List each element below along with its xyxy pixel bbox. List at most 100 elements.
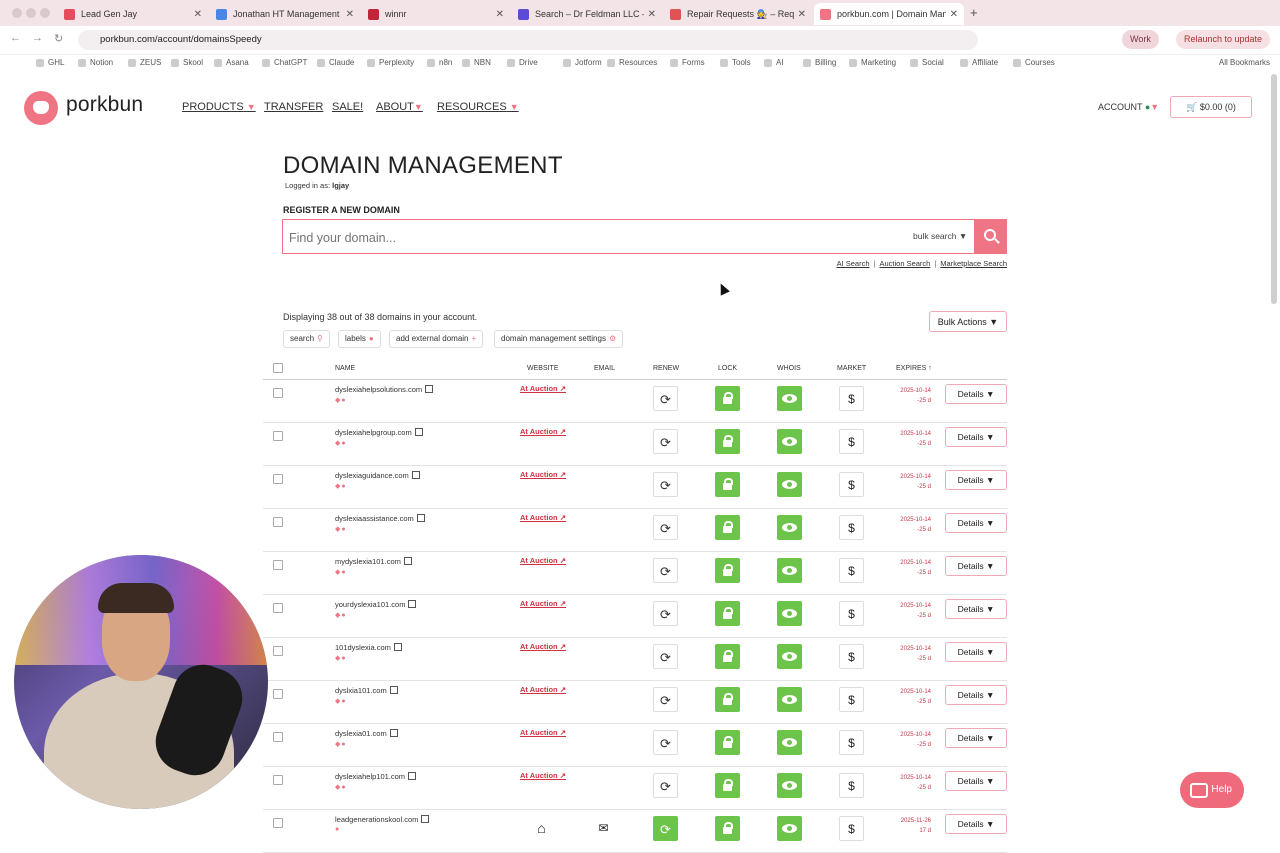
row-checkbox[interactable] [273, 603, 283, 613]
external-link-icon[interactable] [393, 643, 402, 651]
market-dollar-icon[interactable]: $ [839, 558, 864, 583]
lock-icon[interactable] [715, 558, 740, 583]
row-checkbox[interactable] [273, 732, 283, 742]
whois-privacy-icon[interactable] [777, 558, 802, 583]
domain-search-input[interactable] [287, 226, 891, 250]
label-tags-icon[interactable]: ◆● [335, 654, 347, 662]
add-external-domain-button[interactable]: add external domain + [389, 330, 484, 348]
details-button[interactable]: Details ▼ [945, 771, 1007, 791]
label-tags-icon[interactable]: ◆● [335, 396, 347, 404]
label-tags-icon[interactable]: ◆● [335, 740, 347, 748]
external-link-icon[interactable] [414, 428, 423, 436]
whois-privacy-icon[interactable] [777, 386, 802, 411]
bookmark-item[interactable]: Skool [171, 58, 203, 67]
external-link-icon[interactable] [411, 471, 420, 479]
label-tags-icon[interactable]: ◆● [335, 697, 347, 705]
lock-icon[interactable] [715, 429, 740, 454]
domain-name-link[interactable]: yourdyslexia101.com [335, 599, 417, 609]
whois-privacy-icon[interactable] [777, 730, 802, 755]
bookmark-item[interactable]: Social [910, 58, 944, 67]
marketplace-search-link[interactable]: Marketplace Search [940, 259, 1007, 268]
site-logo-text[interactable]: porkbun [66, 93, 143, 117]
renew-icon[interactable]: ⟳ [653, 601, 678, 626]
label-tags-icon[interactable]: ◆● [335, 568, 347, 576]
renew-icon[interactable]: ⟳ [653, 558, 678, 583]
nav-products[interactable]: PRODUCTS ▼ [182, 101, 256, 113]
reload-icon[interactable]: ↻ [54, 32, 63, 45]
details-button[interactable]: Details ▼ [945, 728, 1007, 748]
porkbun-logo-icon[interactable] [24, 91, 58, 125]
domain-name-link[interactable]: leadgenerationskool.com [335, 814, 430, 824]
auction-search-link[interactable]: Auction Search [879, 259, 930, 268]
lock-icon[interactable] [715, 816, 740, 841]
bookmark-item[interactable]: AI [764, 58, 784, 67]
search-button[interactable] [974, 219, 1007, 254]
profile-badge[interactable]: Work [1122, 30, 1159, 49]
renew-icon[interactable]: ⟳ [653, 386, 678, 411]
whois-privacy-icon[interactable] [777, 601, 802, 626]
lock-icon[interactable] [715, 386, 740, 411]
lock-icon[interactable] [715, 730, 740, 755]
home-icon[interactable]: ⌂ [529, 816, 554, 841]
website-auction-link[interactable]: At Auction ↗ [520, 470, 566, 479]
website-auction-link[interactable]: At Auction ↗ [520, 384, 566, 393]
market-dollar-icon[interactable]: $ [839, 816, 864, 841]
cart-button[interactable]: 🛒 $0.00 (0) [1170, 96, 1252, 118]
external-link-icon[interactable] [389, 686, 398, 694]
bulk-search-dropdown[interactable]: bulk search ▼ [913, 231, 967, 241]
lock-icon[interactable] [715, 515, 740, 540]
new-tab-button[interactable]: + [970, 5, 978, 20]
back-icon[interactable]: ← [10, 32, 21, 44]
bookmark-item[interactable]: Forms [670, 58, 705, 67]
row-checkbox[interactable] [273, 388, 283, 398]
website-auction-link[interactable]: At Auction ↗ [520, 513, 566, 522]
website-auction-link[interactable]: At Auction ↗ [520, 771, 566, 780]
domain-name-link[interactable]: dyslexiaguidance.com [335, 470, 420, 480]
account-menu[interactable]: ACCOUNT ●▼ [1098, 102, 1159, 112]
row-checkbox[interactable] [273, 474, 283, 484]
details-button[interactable]: Details ▼ [945, 384, 1007, 404]
label-tags-icon[interactable]: ◆● [335, 783, 347, 791]
details-button[interactable]: Details ▼ [945, 642, 1007, 662]
row-checkbox[interactable] [273, 689, 283, 699]
bookmark-item[interactable]: Courses [1013, 58, 1055, 67]
external-link-icon[interactable] [421, 815, 430, 823]
close-tab-icon[interactable]: ✕ [194, 9, 202, 20]
market-dollar-icon[interactable]: $ [839, 601, 864, 626]
market-dollar-icon[interactable]: $ [839, 429, 864, 454]
close-tab-icon[interactable]: ✕ [950, 9, 958, 20]
close-window-button[interactable] [12, 8, 22, 18]
market-dollar-icon[interactable]: $ [839, 386, 864, 411]
url-input[interactable]: porkbun.com/account/domainsSpeedy [78, 30, 978, 50]
bookmark-item[interactable]: ZEUS [128, 58, 161, 67]
bookmark-item[interactable]: NBN [462, 58, 491, 67]
lock-icon[interactable] [715, 472, 740, 497]
website-auction-link[interactable]: At Auction ↗ [520, 728, 566, 737]
bookmark-item[interactable]: Drive [507, 58, 538, 67]
external-link-icon[interactable] [408, 600, 417, 608]
details-button[interactable]: Details ▼ [945, 556, 1007, 576]
market-dollar-icon[interactable]: $ [839, 687, 864, 712]
domain-name-link[interactable]: dyslexiahelp101.com [335, 771, 417, 781]
col-whois[interactable]: WHOIS [777, 365, 801, 372]
domain-name-link[interactable]: dyslxia101.com [335, 685, 398, 695]
row-checkbox[interactable] [273, 818, 283, 828]
col-expires[interactable]: EXPIRES ↑ [896, 365, 932, 372]
bookmark-item[interactable]: n8n [427, 58, 452, 67]
close-tab-icon[interactable]: ✕ [496, 9, 504, 20]
domain-name-link[interactable]: dyslexiahelpgroup.com [335, 427, 423, 437]
renew-icon[interactable]: ⟳ [653, 773, 678, 798]
renew-icon[interactable]: ⟳ [653, 429, 678, 454]
website-auction-link[interactable]: At Auction ↗ [520, 599, 566, 608]
bookmark-item[interactable]: Perplexity [367, 58, 414, 67]
market-dollar-icon[interactable]: $ [839, 730, 864, 755]
lock-icon[interactable] [715, 644, 740, 669]
domain-settings-button[interactable]: domain management settings ⚙ [494, 330, 624, 348]
col-name[interactable]: NAME [335, 365, 355, 372]
external-link-icon[interactable] [408, 772, 417, 780]
help-button[interactable]: Help [1180, 772, 1244, 808]
external-link-icon[interactable] [389, 729, 398, 737]
browser-tab[interactable]: Jonathan HT Management Of ✕ [210, 3, 360, 25]
whois-privacy-icon[interactable] [777, 429, 802, 454]
close-tab-icon[interactable]: ✕ [798, 9, 806, 20]
